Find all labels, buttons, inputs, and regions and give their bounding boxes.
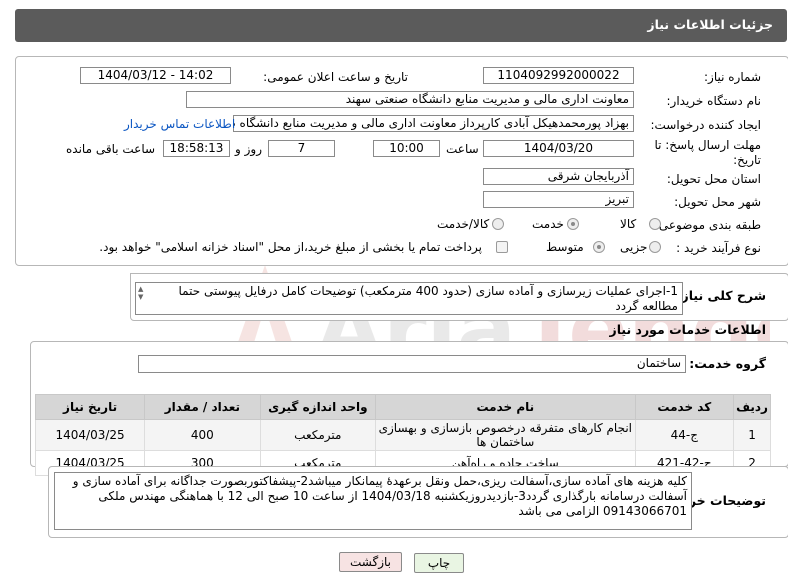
summary-text: 1-اجرای عملیات زیرسازی و آماده سازی (حدو… (178, 284, 679, 313)
deadline-label: مهلت ارسال پاسخ: تا (654, 138, 761, 152)
table-header-row: ردیف کد خدمت نام خدمت واحد اندازه گیری ت… (34, 394, 771, 420)
treasury-payment-checkbox[interactable] (496, 241, 508, 253)
col-row-number: ردیف (733, 394, 771, 420)
cell-need-date: 1404/03/25 (34, 419, 146, 451)
city-label: شهر محل تحویل: (674, 195, 761, 209)
province-field: آذربایجان شرقی (483, 168, 634, 185)
col-unit: واحد اندازه گیری (259, 394, 377, 420)
buyer-notes-text: کلیه هزینه های آماده سازی،آسفالت ریزی،حم… (72, 474, 687, 518)
col-quantity: تعداد / مقدار (144, 394, 261, 420)
process-radio-minor[interactable] (649, 241, 661, 253)
services-section-title: اطلاعات خدمات مورد نیاز (609, 322, 767, 337)
back-button[interactable]: بازگشت (339, 552, 402, 572)
city-field: تبریز (483, 191, 634, 208)
page-header: جزئیات اطلاعات نیاز (15, 9, 787, 42)
buyer-contact-link[interactable]: اطلاعات تماس خریدار (124, 117, 235, 131)
category-radio-goods[interactable] (649, 218, 661, 230)
need-info-panel (15, 56, 788, 266)
process-option-medium: متوسط (546, 240, 584, 254)
treasury-payment-note: پرداخت تمام یا بخشی از مبلغ خرید،از محل … (99, 240, 482, 254)
cell-row-number: 1 (733, 419, 771, 451)
announce-datetime-field: 1404/03/12 - 14:02 (80, 67, 231, 84)
scroll-up-icon[interactable]: ▲ (138, 285, 148, 293)
col-service-code: کد خدمت (634, 394, 735, 420)
process-option-minor: جزیی (620, 240, 648, 254)
request-creator-label: ایجاد کننده درخواست: (650, 118, 761, 132)
deadline-date-field: 1404/03/20 (483, 140, 634, 157)
request-creator-field: بهزاد پورمحمدهیکل آبادی کارپرداز معاونت … (233, 115, 634, 132)
print-button[interactable]: چاپ (414, 553, 464, 573)
cell-service-name: انجام کارهای متفرقه درخصوص بازسازی و بهس… (375, 419, 636, 451)
category-radio-goods-service[interactable] (492, 218, 504, 230)
category-radio-service[interactable] (567, 218, 579, 230)
remaining-time-field: 18:58:13 (163, 140, 230, 157)
category-option-goods: کالا (620, 217, 637, 231)
service-group-field: ساختمان (138, 355, 686, 373)
need-number-label: شماره نیاز: (704, 70, 761, 84)
deadline-time-label: ساعت (446, 142, 479, 156)
col-need-date: تاریخ نیاز (34, 394, 146, 420)
need-number-field: 1104092992000022 (483, 67, 634, 84)
buyer-notes-textarea: کلیه هزینه های آماده سازی،آسفالت ریزی،حم… (54, 472, 692, 530)
process-radio-medium[interactable] (593, 241, 605, 253)
province-label: استان محل تحویل: (666, 172, 761, 186)
scroll-down-icon[interactable]: ▼ (138, 293, 148, 301)
service-group-label: گروه خدمت: (689, 356, 766, 371)
cell-service-code: ج-44 (634, 419, 735, 451)
category-option-goods-service: کالا/خدمت (437, 217, 490, 231)
col-service-name: نام خدمت (375, 394, 636, 420)
announce-datetime-label: تاریخ و ساعت اعلان عمومی: (263, 70, 408, 84)
buyer-org-label: نام دستگاه خریدار: (666, 94, 762, 108)
cell-unit: مترمکعب (259, 419, 377, 451)
category-label: طبقه بندی موضوعی: (654, 218, 761, 232)
deadline-label-date: تاریخ: (733, 153, 761, 167)
services-table: ردیف کد خدمت نام خدمت واحد اندازه گیری ت… (34, 394, 771, 476)
summary-scroll-arrows[interactable]: ▲ ▼ (138, 285, 148, 303)
summary-textarea: 1-اجرای عملیات زیرسازی و آماده سازی (حدو… (135, 282, 683, 315)
process-type-label: نوع فرآیند خرید : (676, 241, 761, 255)
buyer-org-field: معاونت اداری مالی و مدیریت منابع دانشگاه… (186, 91, 634, 108)
category-option-service: خدمت (532, 217, 564, 231)
summary-label: شرح کلی نیاز: (676, 288, 766, 303)
deadline-time-field: 10:00 (373, 140, 440, 157)
remaining-time-label: ساعت باقی مانده (66, 142, 156, 156)
days-remaining-field: 7 (268, 140, 335, 157)
cell-quantity: 400 (144, 419, 261, 451)
table-row: 1 ج-44 انجام کارهای متفرقه درخصوص بازساز… (34, 419, 771, 451)
days-label: روز و (235, 142, 262, 156)
page-title: جزئیات اطلاعات نیاز (647, 17, 773, 32)
